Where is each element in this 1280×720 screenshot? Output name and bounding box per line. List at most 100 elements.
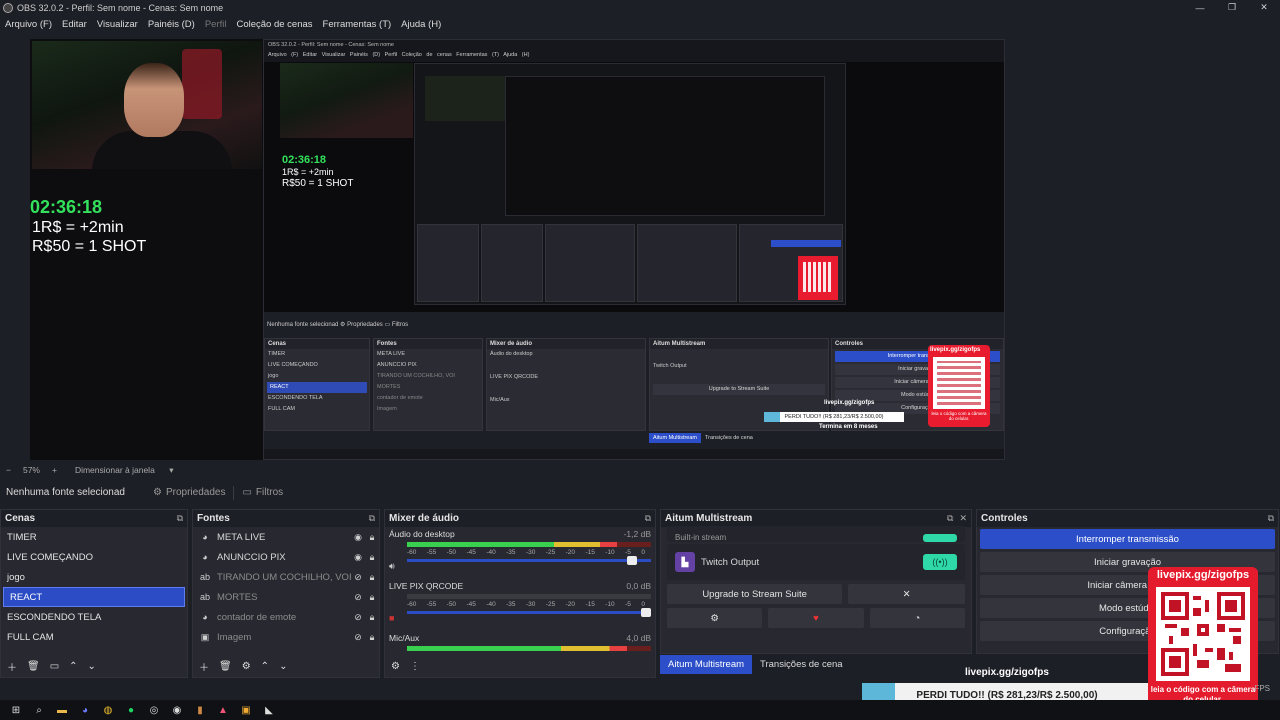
eye-off-icon[interactable]: ⊘ bbox=[351, 612, 365, 623]
slider-handle[interactable] bbox=[627, 556, 637, 565]
gear-icon[interactable]: ⚙ bbox=[391, 661, 400, 672]
lock-icon[interactable]: 🔒︎ bbox=[365, 572, 379, 583]
obs-icon[interactable]: ◉ bbox=[169, 703, 185, 717]
inner-mixer-panel bbox=[545, 224, 635, 302]
properties-label: Propriedades bbox=[165, 487, 226, 498]
app-icon[interactable]: ▲ bbox=[215, 703, 231, 717]
menu-colecao-cenas[interactable]: Coleção de cenas bbox=[231, 19, 317, 30]
volume-slider[interactable] bbox=[407, 608, 651, 617]
move-down-button[interactable]: ⌄ bbox=[88, 661, 96, 672]
lock-icon[interactable]: 🔒︎ bbox=[365, 592, 379, 603]
builtin-toggle[interactable] bbox=[923, 534, 957, 542]
eye-off-icon[interactable]: ⊘ bbox=[351, 572, 365, 583]
menu-visualizar[interactable]: Visualizar bbox=[92, 19, 143, 30]
upgrade-button[interactable]: Upgrade to Stream Suite bbox=[667, 584, 843, 604]
lock-icon[interactable]: 🔒︎ bbox=[365, 552, 379, 563]
source-item[interactable]: ▣ Imagem ⊘ 🔒︎ bbox=[193, 627, 379, 647]
close-button[interactable]: ✕ bbox=[1248, 2, 1280, 13]
volume-slider[interactable] bbox=[407, 556, 651, 565]
undock-icon[interactable]: ⧉ bbox=[177, 513, 183, 524]
move-up-button[interactable]: ⌃ bbox=[69, 661, 77, 672]
slider-handle[interactable] bbox=[641, 608, 651, 617]
maximize-button[interactable]: ❐ bbox=[1216, 2, 1248, 13]
heart-icon[interactable]: ♥ bbox=[768, 608, 864, 628]
filters-button[interactable]: ▭ Filtros bbox=[234, 484, 291, 501]
properties-button[interactable]: ⚙ Propriedades bbox=[145, 484, 233, 501]
gear-icon[interactable]: ⚙ bbox=[242, 661, 251, 672]
source-item[interactable]: ab MORTES ⊘ 🔒︎ bbox=[193, 587, 379, 607]
volume-meter bbox=[407, 542, 651, 547]
menu-arquivo[interactable]: Arquivo (F) bbox=[0, 19, 57, 30]
menu-perfil[interactable]: Perfil bbox=[200, 19, 232, 30]
nested-source-item: META LIVE bbox=[377, 351, 406, 357]
scale-mode-dropdown[interactable]: Dimensionar à janela ▾ bbox=[63, 465, 186, 476]
source-item[interactable]: ◕ META LIVE ◉ 🔒︎ bbox=[193, 527, 379, 547]
close-icon[interactable]: ✕ bbox=[959, 513, 967, 524]
source-item[interactable]: ab TIRANDO UM COCHILHO, VOI ⊘ 🔒︎ bbox=[193, 567, 379, 587]
scale-tick: -35 bbox=[506, 601, 516, 608]
preview-canvas[interactable]: 02:36:18 1R$ = +2min R$50 = 1 SHOT OBS 3… bbox=[30, 39, 1005, 460]
discord-icon[interactable]: ◔ bbox=[869, 608, 965, 628]
eye-icon[interactable]: ◉ bbox=[351, 552, 365, 563]
trash-icon[interactable]: 🗑 bbox=[219, 661, 232, 672]
undock-icon[interactable]: ⧉ bbox=[947, 513, 953, 524]
gear-icon[interactable]: ⚙ bbox=[667, 608, 763, 628]
menu-ajuda[interactable]: Ajuda (H) bbox=[396, 19, 446, 30]
menu-editar[interactable]: Editar bbox=[57, 19, 92, 30]
nested-donation-bar: PERDI TUDO!! (R$ 281,23/R$ 2.500,00) bbox=[764, 412, 904, 422]
tab-scene-transitions[interactable]: Transições de cena bbox=[752, 655, 851, 674]
eye-icon[interactable]: ◉ bbox=[351, 532, 365, 543]
scene-item-full-cam[interactable]: FULL CAM bbox=[1, 627, 187, 647]
stop-streaming-button[interactable]: Interromper transmissão bbox=[980, 529, 1275, 549]
muted-speaker-icon[interactable]: ■ bbox=[389, 613, 394, 623]
scene-item-live-comecando[interactable]: LIVE COMEÇANDO bbox=[1, 547, 187, 567]
search-icon[interactable]: ⌕ bbox=[31, 703, 47, 717]
zoom-out-button[interactable]: − bbox=[0, 465, 17, 475]
zoom-in-button[interactable]: + bbox=[46, 465, 63, 475]
folder-icon[interactable]: ▬ bbox=[54, 703, 70, 717]
add-scene-button[interactable]: ＋ bbox=[7, 659, 17, 674]
undock-icon[interactable]: ⧉ bbox=[1268, 513, 1274, 524]
eye-off-icon[interactable]: ⊘ bbox=[351, 632, 365, 643]
minimize-button[interactable]: — bbox=[1184, 3, 1216, 13]
undock-icon[interactable]: ⧉ bbox=[369, 513, 375, 524]
move-up-button[interactable]: ⌃ bbox=[261, 661, 269, 672]
eye-off-icon[interactable]: ⊘ bbox=[351, 592, 365, 603]
windows-start-icon[interactable]: ⊞ bbox=[8, 703, 24, 717]
text-icon: ab bbox=[199, 572, 210, 582]
lock-icon[interactable]: 🔒︎ bbox=[365, 632, 379, 643]
move-down-button[interactable]: ⌄ bbox=[279, 661, 287, 672]
source-name: contador de emote bbox=[217, 611, 297, 623]
menu-paineis[interactable]: Painéis (D) bbox=[143, 19, 200, 30]
discord-icon[interactable]: ◕ bbox=[77, 703, 93, 717]
tab-aitum-multistream[interactable]: Aitum Multistream bbox=[660, 655, 753, 674]
source-name: META LIVE bbox=[217, 531, 266, 543]
scenes-dock: Cenas ⧉ TIMER LIVE COMEÇANDO jogo REACT E… bbox=[0, 509, 188, 678]
steam-icon[interactable]: ◎ bbox=[146, 703, 162, 717]
source-item[interactable]: ◕ contador de emote ⊘ 🔒︎ bbox=[193, 607, 379, 627]
lock-icon[interactable]: 🔒︎ bbox=[365, 532, 379, 543]
kebab-menu-icon[interactable]: ⋮ bbox=[410, 661, 420, 672]
scale-tick: -60 bbox=[407, 601, 417, 608]
source-item[interactable]: ◕ ANUNCCIO PIX ◉ 🔒︎ bbox=[193, 547, 379, 567]
speaker-icon[interactable]: 🔊︎ bbox=[389, 561, 395, 572]
scene-item-jogo[interactable]: jogo bbox=[1, 567, 187, 587]
nested-title: OBS 32.0.2 - Perfil: Sem nome - Cenas: S… bbox=[268, 42, 394, 48]
broadcast-toggle[interactable]: ((•)) bbox=[923, 554, 957, 570]
scene-item-react[interactable]: REACT bbox=[3, 587, 185, 607]
app-icon[interactable]: ▣ bbox=[238, 703, 254, 717]
undock-icon[interactable]: ⧉ bbox=[645, 513, 651, 524]
filter-icon[interactable]: ▭ bbox=[50, 661, 59, 672]
lock-icon[interactable]: 🔒︎ bbox=[365, 612, 379, 623]
close-x-button[interactable]: ✕ bbox=[848, 584, 965, 604]
app-icon[interactable]: ◣ bbox=[261, 703, 277, 717]
scene-item-timer[interactable]: TIMER bbox=[1, 527, 187, 547]
text-icon: ab bbox=[199, 592, 210, 602]
chrome-icon[interactable]: ◍ bbox=[100, 703, 116, 717]
add-source-button[interactable]: ＋ bbox=[199, 659, 209, 674]
trash-icon[interactable]: 🗑 bbox=[27, 661, 40, 672]
scene-item-escondendo-tela[interactable]: ESCONDENDO TELA bbox=[1, 607, 187, 627]
app-icon[interactable]: ▮ bbox=[192, 703, 208, 717]
menu-ferramentas[interactable]: Ferramentas (T) bbox=[318, 19, 397, 30]
spotify-icon[interactable]: ● bbox=[123, 703, 139, 717]
